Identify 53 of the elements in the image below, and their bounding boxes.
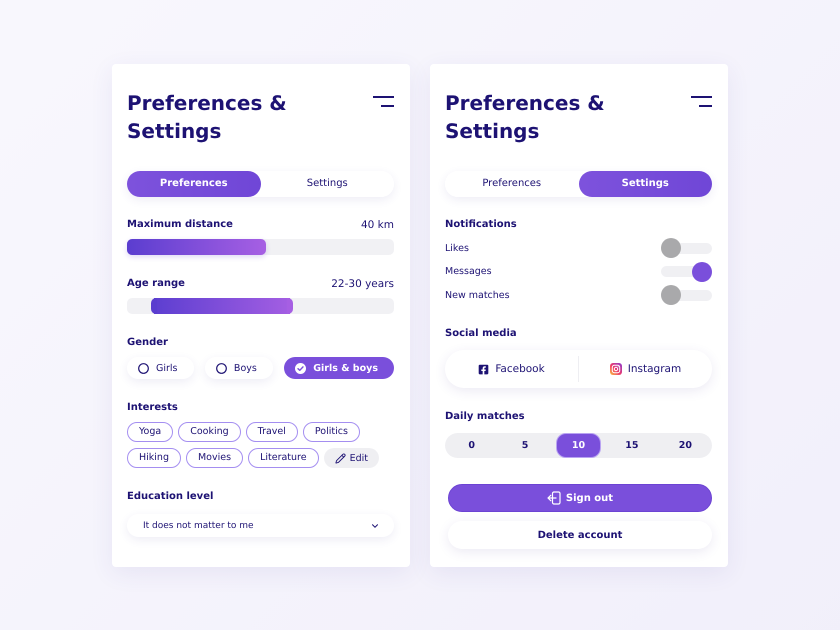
- facebook-logo-icon: [478, 364, 490, 374]
- edit-button[interactable]: Edit: [324, 448, 379, 468]
- range-slider-thumb[interactable]: [150, 298, 157, 314]
- door-arrow-icon: [546, 491, 561, 505]
- section-label: Gender: [127, 336, 169, 350]
- notification-label: Messages: [445, 266, 492, 277]
- page-title: Preferences & Settings: [445, 90, 606, 145]
- menu-icon[interactable]: [691, 96, 712, 107]
- social-link[interactable]: Facebook: [445, 350, 578, 388]
- radio-icon: [138, 362, 149, 374]
- secondary-button[interactable]: Delete account: [448, 521, 712, 549]
- interest-tag: Cooking: [178, 422, 241, 442]
- notification-label: Likes: [445, 242, 469, 254]
- gender-option[interactable]: Girls & boys: [284, 357, 394, 379]
- instagram-logo-icon: [610, 363, 622, 375]
- section-label: Education level: [127, 490, 214, 504]
- interest-tag: Movies: [186, 448, 244, 468]
- section-label: Daily matches: [445, 410, 526, 424]
- primary-button[interactable]: Sign out: [448, 484, 712, 512]
- segment-option[interactable]: 20: [662, 433, 708, 458]
- notification-label: New matches: [445, 290, 510, 300]
- interest-tag: Literature: [248, 448, 319, 468]
- segment-option[interactable]: 10: [556, 433, 602, 458]
- section-label: Age range: [127, 277, 185, 291]
- section-label: Social media: [445, 327, 518, 341]
- radio-icon: [216, 362, 227, 374]
- dropdown-field[interactable]: It does not matter to me: [127, 514, 394, 537]
- gender-option[interactable]: Girls: [127, 357, 194, 379]
- check-circle-icon: [295, 362, 306, 374]
- page-title: Preferences & Settings: [127, 90, 288, 145]
- toggle-switch[interactable]: [661, 238, 712, 258]
- slider-track[interactable]: [127, 239, 394, 255]
- interest-tag: Politics: [302, 422, 360, 442]
- interest-tag: Yoga: [127, 422, 174, 442]
- toggle-switch[interactable]: [661, 262, 712, 282]
- gender-option[interactable]: Boys: [204, 357, 273, 379]
- section-label: Maximum distance: [127, 218, 233, 232]
- tab[interactable]: Preferences: [127, 171, 260, 197]
- social-link[interactable]: Instagram: [579, 350, 712, 388]
- section-label: Notifications: [445, 218, 518, 232]
- menu-icon[interactable]: [373, 96, 394, 107]
- segment-option[interactable]: 15: [609, 433, 655, 458]
- segment-option[interactable]: 5: [502, 433, 548, 458]
- toggle-switch[interactable]: [661, 285, 712, 305]
- interest-tag: Travel: [246, 422, 298, 442]
- pencil-icon: [334, 452, 346, 464]
- slider-value: 40 km: [360, 218, 394, 232]
- range-slider-track[interactable]: [127, 298, 394, 314]
- slider-value: 22-30 years: [331, 277, 394, 291]
- segment-option[interactable]: 0: [449, 433, 494, 458]
- tab[interactable]: Settings: [578, 171, 712, 197]
- interest-tag: Hiking: [127, 448, 181, 468]
- section-label: Interests: [127, 401, 179, 415]
